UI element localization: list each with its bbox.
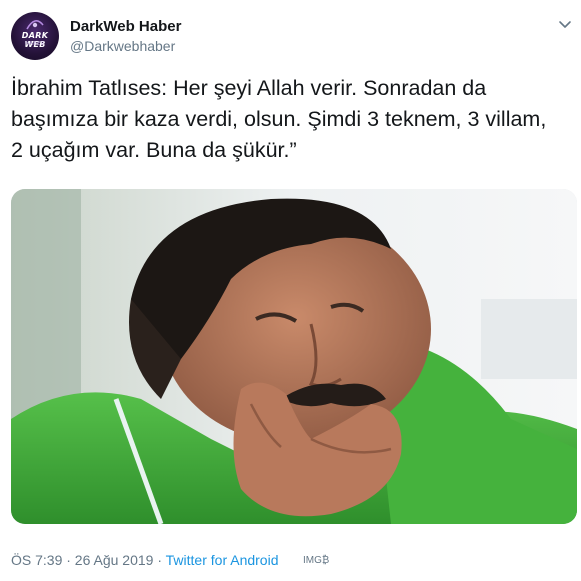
author-handle[interactable]: @Darkwebhaber (70, 38, 175, 54)
author-display-name[interactable]: DarkWeb Haber (70, 18, 181, 35)
photo-man-thinking (11, 189, 577, 524)
tweet-text: İbrahim Tatlıses: Her şeyi Allah verir. … (11, 76, 547, 162)
tweet-meta: ÖS 7:39 · 26 Ağu 2019 · Twitter for Andr… (11, 552, 278, 568)
logo-swoosh-icon (26, 20, 44, 30)
chevron-down-icon[interactable] (558, 20, 572, 30)
tweet-timestamp[interactable]: ÖS 7:39 · 26 Ağu 2019 (11, 552, 153, 568)
avatar[interactable]: DARK WEB HABER (11, 12, 59, 60)
avatar-logo-subtext: HABER (25, 41, 45, 47)
tweet-photo[interactable] (11, 189, 577, 524)
img-badge: IMG₿ (303, 555, 330, 566)
tweet-source-link[interactable]: Twitter for Android (166, 552, 279, 568)
meta-separator: · (157, 552, 163, 568)
